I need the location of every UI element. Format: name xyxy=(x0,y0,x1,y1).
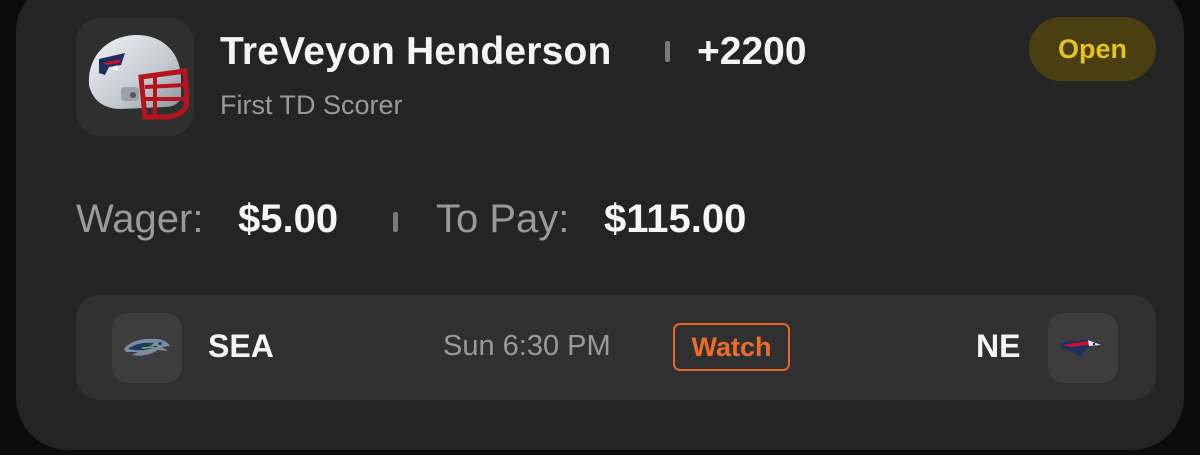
watch-button[interactable]: Watch xyxy=(673,323,790,371)
home-team-abbr: NE xyxy=(976,328,1021,364)
seahawks-logo-icon xyxy=(124,338,170,356)
wager-label: Wager: xyxy=(76,197,204,241)
topay-label: To Pay: xyxy=(436,197,570,241)
amount-divider xyxy=(393,212,398,232)
patriots-logo-icon xyxy=(1060,339,1102,357)
home-team-logo xyxy=(1048,313,1118,383)
bet-card[interactable]: TreVeyon Henderson +2200 First TD Scorer… xyxy=(16,0,1184,450)
topay-value: $115.00 xyxy=(604,197,747,241)
bet-market: First TD Scorer xyxy=(220,90,403,120)
bet-odds: +2200 xyxy=(697,30,807,73)
status-badge: Open xyxy=(1029,17,1156,81)
player-helmet-tile xyxy=(76,18,194,136)
patriots-helmet-icon xyxy=(88,35,189,120)
player-name: TreVeyon Henderson xyxy=(220,30,612,73)
odds-divider xyxy=(665,41,670,62)
game-info-bar[interactable]: SEA Sun 6:30 PM Watch NE xyxy=(76,295,1156,400)
game-time: Sun 6:30 PM xyxy=(443,330,611,362)
wager-value: $5.00 xyxy=(238,197,339,241)
away-team-logo xyxy=(112,313,182,383)
away-team-abbr: SEA xyxy=(208,328,274,364)
